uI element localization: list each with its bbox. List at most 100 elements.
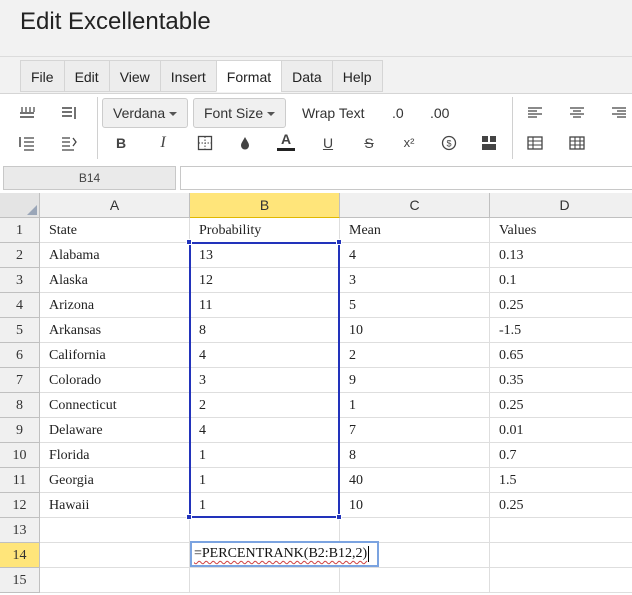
align-center-icon[interactable] xyxy=(566,102,588,124)
wrap-text-button[interactable]: Wrap Text xyxy=(302,105,365,121)
menu-file[interactable]: File xyxy=(20,60,64,92)
row-header[interactable]: 13 xyxy=(0,518,40,543)
select-all-corner[interactable] xyxy=(0,193,40,218)
row-header[interactable]: 6 xyxy=(0,343,40,368)
cell-b7[interactable]: 3 xyxy=(190,368,340,393)
decrease-decimal-button[interactable]: .0 xyxy=(392,105,404,121)
delete-row-icon[interactable] xyxy=(16,132,38,154)
cell-a5[interactable]: Arkansas xyxy=(40,318,190,343)
cell-b11[interactable]: 1 xyxy=(190,468,340,493)
selection-resize-handle[interactable] xyxy=(336,239,342,245)
increase-decimal-button[interactable]: .00 xyxy=(430,105,449,121)
cell-c5[interactable]: 10 xyxy=(340,318,490,343)
cell-c2[interactable]: 4 xyxy=(340,243,490,268)
cell-c6[interactable]: 2 xyxy=(340,343,490,368)
row-header[interactable]: 15 xyxy=(0,568,40,593)
cell-b1[interactable]: Probability xyxy=(190,218,340,243)
cell-a14[interactable] xyxy=(40,543,190,568)
cell-a8[interactable]: Connecticut xyxy=(40,393,190,418)
bold-button[interactable]: B xyxy=(110,132,132,154)
cell-b6[interactable]: 4 xyxy=(190,343,340,368)
cell-c3[interactable]: 3 xyxy=(340,268,490,293)
strikethrough-button[interactable]: S xyxy=(358,132,380,154)
cell-b13[interactable] xyxy=(190,518,340,543)
row-header[interactable]: 11 xyxy=(0,468,40,493)
cell-d7[interactable]: 0.35 xyxy=(490,368,632,393)
cell-c11[interactable]: 40 xyxy=(340,468,490,493)
column-header-d[interactable]: D xyxy=(490,193,632,218)
text-color-button[interactable]: A xyxy=(275,130,297,152)
cell-b15[interactable] xyxy=(190,568,340,593)
selection-resize-handle[interactable] xyxy=(186,239,192,245)
currency-icon[interactable]: $ xyxy=(438,132,460,154)
cell-a3[interactable]: Alaska xyxy=(40,268,190,293)
cell-d10[interactable]: 0.7 xyxy=(490,443,632,468)
cell-d14[interactable] xyxy=(490,543,632,568)
cell-d8[interactable]: 0.25 xyxy=(490,393,632,418)
column-header-c[interactable]: C xyxy=(340,193,490,218)
row-header[interactable]: 5 xyxy=(0,318,40,343)
insert-row-above-icon[interactable] xyxy=(16,102,38,124)
cell-b5[interactable]: 8 xyxy=(190,318,340,343)
cell-b4[interactable]: 11 xyxy=(190,293,340,318)
cell-a2[interactable]: Alabama xyxy=(40,243,190,268)
formula-input[interactable] xyxy=(180,166,632,190)
cell-a9[interactable]: Delaware xyxy=(40,418,190,443)
row-header[interactable]: 1 xyxy=(0,218,40,243)
cell-d4[interactable]: 0.25 xyxy=(490,293,632,318)
grid-icon[interactable] xyxy=(566,132,588,154)
cell-d3[interactable]: 0.1 xyxy=(490,268,632,293)
cell-c10[interactable]: 8 xyxy=(340,443,490,468)
cell-d13[interactable] xyxy=(490,518,632,543)
cell-d1[interactable]: Values xyxy=(490,218,632,243)
cell-c15[interactable] xyxy=(340,568,490,593)
borders-icon[interactable] xyxy=(194,132,216,154)
row-header[interactable]: 9 xyxy=(0,418,40,443)
menu-edit[interactable]: Edit xyxy=(63,60,109,92)
menu-view[interactable]: View xyxy=(108,60,160,92)
row-header[interactable]: 14 xyxy=(0,543,40,568)
selection-resize-handle[interactable] xyxy=(336,514,342,520)
cell-c1[interactable]: Mean xyxy=(340,218,490,243)
underline-button[interactable]: U xyxy=(317,132,339,154)
cell-c9[interactable]: 7 xyxy=(340,418,490,443)
row-header[interactable]: 2 xyxy=(0,243,40,268)
cell-a12[interactable]: Hawaii xyxy=(40,493,190,518)
align-right-icon[interactable] xyxy=(608,102,630,124)
align-left-icon[interactable] xyxy=(524,102,546,124)
row-header[interactable]: 7 xyxy=(0,368,40,393)
cell-d6[interactable]: 0.65 xyxy=(490,343,632,368)
menu-help[interactable]: Help xyxy=(331,60,383,92)
cell-b3[interactable]: 12 xyxy=(190,268,340,293)
cell-b2[interactable]: 13 xyxy=(190,243,340,268)
cell-d15[interactable] xyxy=(490,568,632,593)
cell-d12[interactable]: 0.25 xyxy=(490,493,632,518)
cell-d9[interactable]: 0.01 xyxy=(490,418,632,443)
menu-insert[interactable]: Insert xyxy=(159,60,216,92)
cell-d2[interactable]: 0.13 xyxy=(490,243,632,268)
table-icon[interactable] xyxy=(524,132,546,154)
row-header[interactable]: 3 xyxy=(0,268,40,293)
cell-a13[interactable] xyxy=(40,518,190,543)
cell-c7[interactable]: 9 xyxy=(340,368,490,393)
cell-a4[interactable]: Arizona xyxy=(40,293,190,318)
cell-d5[interactable]: -1.5 xyxy=(490,318,632,343)
italic-button[interactable]: I xyxy=(152,132,174,154)
merge-cells-icon[interactable] xyxy=(478,132,500,154)
cell-b9[interactable]: 4 xyxy=(190,418,340,443)
cell-editor[interactable]: =PERCENTRANK(B2:B12,2) xyxy=(190,541,379,567)
row-header[interactable]: 8 xyxy=(0,393,40,418)
cell-a6[interactable]: California xyxy=(40,343,190,368)
cell-reference-box[interactable]: B14 xyxy=(3,166,176,190)
column-header-b[interactable]: B xyxy=(190,193,340,218)
cell-a1[interactable]: State xyxy=(40,218,190,243)
cell-a15[interactable] xyxy=(40,568,190,593)
row-header[interactable]: 4 xyxy=(0,293,40,318)
delete-column-icon[interactable] xyxy=(58,132,80,154)
cell-a11[interactable]: Georgia xyxy=(40,468,190,493)
font-size-dropdown[interactable]: Font Size xyxy=(193,98,287,128)
menu-data[interactable]: Data xyxy=(281,60,332,92)
cell-d11[interactable]: 1.5 xyxy=(490,468,632,493)
cell-b10[interactable]: 1 xyxy=(190,443,340,468)
cell-b8[interactable]: 2 xyxy=(190,393,340,418)
